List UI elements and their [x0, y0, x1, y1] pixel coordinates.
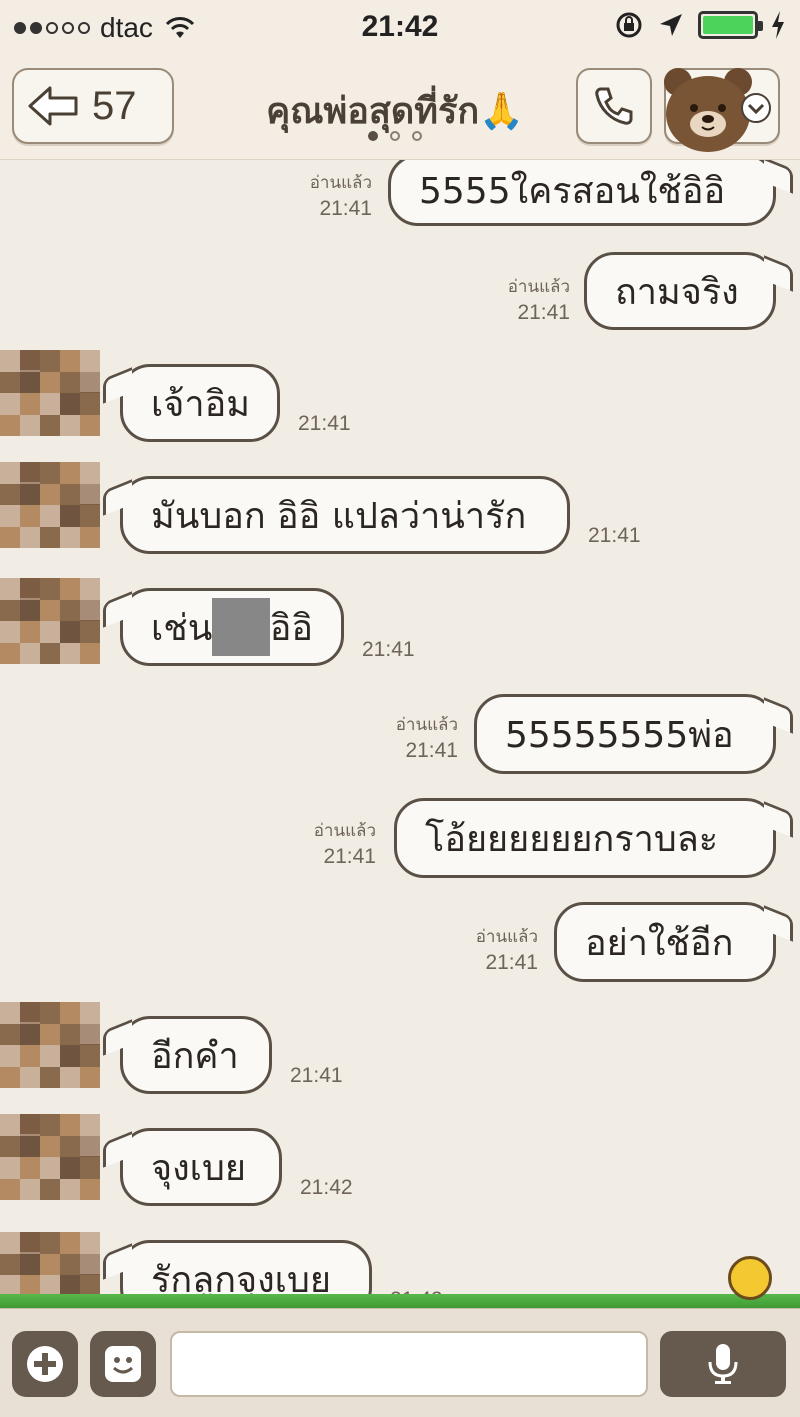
back-button[interactable]: 57 [12, 68, 174, 144]
message-time: 21:41 [290, 1064, 343, 1087]
battery-level [703, 16, 753, 34]
status-bar: dtac 21:42 [0, 0, 800, 56]
message-meta: อ่านแล้ว 21:41 [313, 821, 376, 868]
charging-bolt-icon [772, 11, 784, 39]
sticker-character-icon [728, 1256, 772, 1300]
message-bubble-incoming[interactable]: อีกคำ [120, 1016, 272, 1094]
message-input[interactable] [170, 1331, 648, 1397]
message-meta: อ่านแล้ว 21:41 [395, 715, 458, 762]
sender-avatar[interactable] [0, 1114, 100, 1200]
message-bubble-outgoing[interactable]: ถามจริง [584, 252, 776, 330]
phone-icon [595, 87, 633, 125]
smiley-icon [105, 1346, 141, 1382]
message-time: 21:41 [588, 524, 641, 547]
sender-avatar[interactable] [0, 578, 100, 664]
chevron-down-icon [741, 93, 771, 123]
message-bubble-outgoing[interactable]: อย่าใช้อีก [554, 902, 776, 982]
page-indicator [368, 131, 422, 141]
message-time: 21:41 [298, 412, 351, 435]
message-time: 21:41 [362, 638, 415, 661]
message-input-bar [0, 1308, 800, 1417]
chat-messages[interactable]: อ่านแล้ว 21:41 5555ใครสอนใช้อิอิ อ่านแล้… [0, 160, 800, 1308]
message-bubble-outgoing[interactable]: โอ้ยยยยยยกราบละ [394, 798, 776, 878]
message-bubble-incoming[interactable]: จุงเบย [120, 1128, 282, 1206]
sticker-button[interactable] [90, 1331, 156, 1397]
sender-avatar[interactable] [0, 1002, 100, 1088]
message-meta: อ่านแล้ว 21:41 [475, 927, 538, 974]
sender-avatar[interactable] [0, 350, 100, 436]
back-arrow-icon [28, 86, 78, 126]
message-bubble-incoming[interactable]: เจ้าอิม [120, 364, 280, 442]
unread-count: 57 [92, 83, 137, 128]
message-bubble-outgoing[interactable]: 55555555พ่อ [474, 694, 776, 774]
message-bubble-incoming[interactable]: เช่น อิอิ [120, 588, 344, 666]
call-button[interactable] [576, 68, 652, 144]
message-bubble-outgoing[interactable]: 5555ใครสอนใช้อิอิ [388, 160, 776, 226]
add-attachment-button[interactable] [12, 1331, 78, 1397]
menu-toggle-button[interactable] [664, 68, 780, 152]
message-meta: อ่านแล้ว 21:41 [507, 277, 570, 324]
microphone-icon [708, 1344, 738, 1384]
redacted-block [212, 598, 270, 656]
rotation-lock-icon [616, 12, 642, 38]
message-meta: อ่านแล้ว 21:41 [309, 173, 372, 220]
grass-decoration [0, 1294, 800, 1308]
message-time: 21:42 [300, 1176, 353, 1199]
message-bubble-incoming[interactable]: มันบอก อิอิ แปลว่าน่ารัก [120, 476, 570, 554]
chat-header: 57 คุณพ่อสุดที่รัก🙏 [0, 56, 800, 160]
sender-avatar[interactable] [0, 462, 100, 548]
location-arrow-icon [660, 14, 682, 36]
battery-icon [698, 11, 763, 39]
voice-message-button[interactable] [660, 1331, 786, 1397]
plus-icon [27, 1346, 63, 1382]
status-right [614, 10, 786, 40]
